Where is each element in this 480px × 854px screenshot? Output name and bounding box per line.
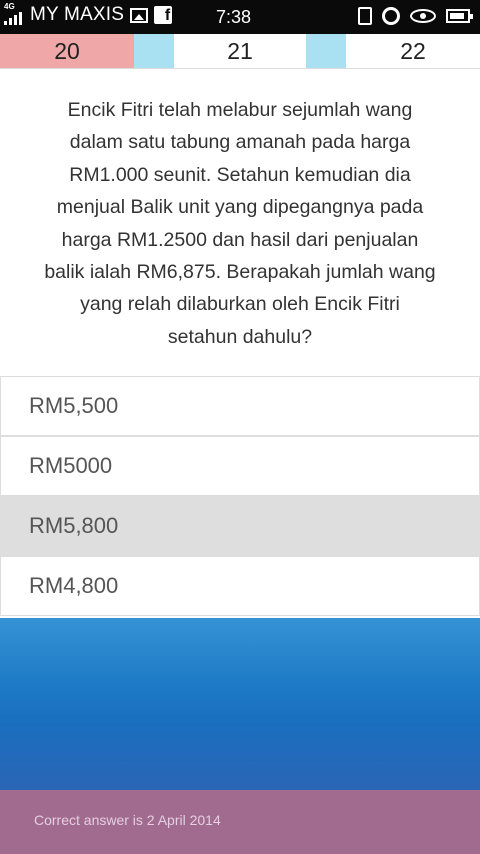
alarm-icon <box>382 7 400 25</box>
phone-icon <box>358 7 372 25</box>
question-line: balik ialah RM6,875. Berapakah jumlah wa… <box>44 261 436 284</box>
status-left: 4G MY MAXIS f <box>4 2 173 26</box>
answer-option-3[interactable]: RM5,800 <box>0 496 480 556</box>
battery-icon <box>446 9 473 23</box>
question-line: menjual Balik unit yang dipegangnya pada <box>56 196 424 219</box>
question-line: setahun dahulu? <box>167 325 313 348</box>
page-item-22[interactable]: 22 <box>346 34 480 68</box>
pager-separator <box>306 34 346 68</box>
status-bar: 4G MY MAXIS f 7:38 <box>0 0 480 34</box>
question-text: Encik Fitri telah melabur sejumlah wang … <box>22 94 458 353</box>
network-type: 4G <box>4 2 15 11</box>
question-line: Encik Fitri telah melabur sejumlah wang <box>67 99 413 121</box>
eye-icon <box>410 9 436 23</box>
status-right <box>358 7 473 25</box>
answer-option-4[interactable]: RM4,800 <box>0 556 480 616</box>
page-item-21[interactable]: 21 <box>174 34 306 68</box>
correct-answer-text: Correct answer is 2 April 2014 <box>34 812 221 828</box>
background-image <box>0 618 480 790</box>
image-notification-icon <box>130 7 149 23</box>
background-shine <box>0 618 480 678</box>
answer-option-2[interactable]: RM5000 <box>0 436 480 496</box>
answer-option-1[interactable]: RM5,500 <box>0 376 480 436</box>
signal-icon: 4G <box>4 2 24 26</box>
page-item-20[interactable]: 20 <box>0 34 134 68</box>
answer-banner: Correct answer is 2 April 2014 <box>0 790 480 854</box>
status-clock: 7:38 <box>216 7 252 27</box>
question-line: yang relah dilaburkan oleh Encik Fitri <box>80 293 400 316</box>
question-line: harga RM1.2500 dan hasil dari penjualan <box>61 228 419 251</box>
question-pager: 20 21 22 <box>0 34 480 69</box>
question-line: dalam satu tabung amanah pada harga <box>69 131 411 154</box>
pager-separator <box>134 34 174 68</box>
question-line: RM1.000 seunit. Setahun kemudian dia <box>69 163 411 186</box>
facebook-icon: f <box>154 6 173 24</box>
carrier-name: MY MAXIS <box>30 4 125 25</box>
